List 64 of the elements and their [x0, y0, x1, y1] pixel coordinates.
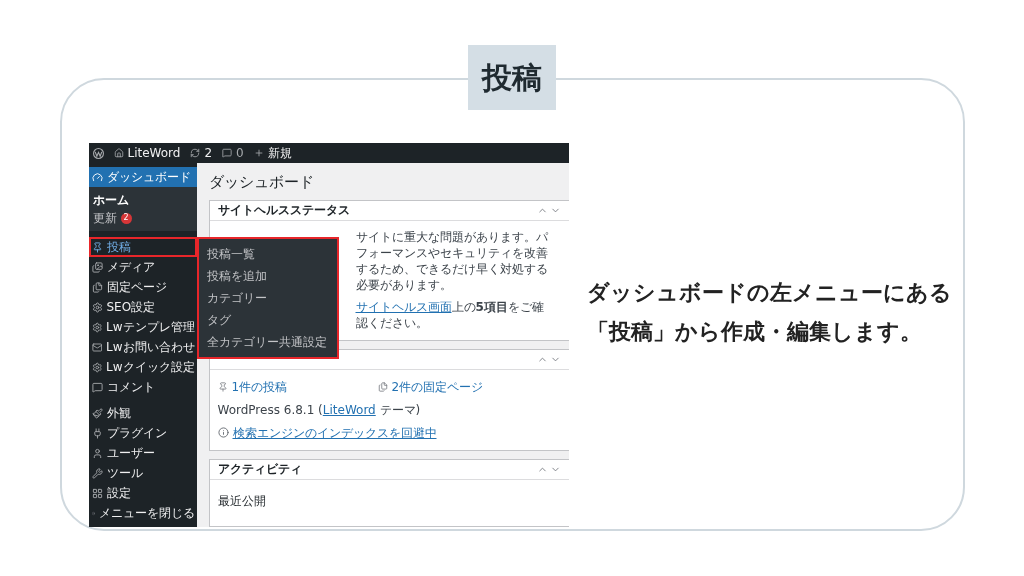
- comment-icon: [222, 148, 233, 158]
- comments-link[interactable]: 0: [222, 144, 244, 162]
- caption-text: 「投稿」から作成・編集します。: [586, 318, 923, 346]
- sidebar-item[interactable]: 設定: [88, 483, 197, 503]
- wordpress-logo-icon[interactable]: [92, 147, 104, 159]
- submenu-item[interactable]: ホーム: [88, 191, 197, 209]
- version-text: WordPress 6.8.1 (LiteWord テーマ): [217, 401, 422, 419]
- health-message: サイトに重大な問題があります。パフォーマンスやセキュリティを改善するため、できるだけ早く対処する必要があります。: [355, 228, 549, 294]
- user-icon: [91, 447, 103, 459]
- gear-icon: [91, 301, 103, 313]
- plus-icon: [253, 148, 264, 158]
- mail-icon: [91, 341, 102, 353]
- health-instruction: サイトヘルス画面上の5項目をご確認ください。: [355, 299, 545, 332]
- sidebar-item[interactable]: 固定ページ: [88, 277, 197, 297]
- sidebar-item[interactable]: コメント: [88, 377, 197, 397]
- search-engine-notice-link[interactable]: 検索エンジンのインデックスを回避中: [232, 423, 437, 442]
- site-name-link[interactable]: LiteWord: [113, 144, 181, 162]
- gear-icon: [91, 321, 102, 333]
- update-count-badge: 2: [120, 212, 132, 224]
- submenu-item[interactable]: 全カテゴリー共通設定: [198, 331, 337, 353]
- sidebar-item[interactable]: プラグイン: [88, 423, 197, 443]
- sidebar-item[interactable]: ユーザー: [88, 443, 197, 463]
- site-health-link[interactable]: サイトヘルス画面: [355, 300, 452, 315]
- comment-icon: [91, 381, 103, 393]
- brush-icon: [91, 407, 103, 419]
- plug-icon: [91, 427, 103, 439]
- sidebar-item[interactable]: メディア: [88, 257, 197, 277]
- sidebar-item[interactable]: 投稿: [88, 237, 197, 257]
- info-icon: [217, 427, 229, 439]
- submenu-item[interactable]: 投稿を追加: [198, 265, 337, 287]
- submenu-item[interactable]: カテゴリー: [198, 287, 337, 309]
- sidebar-item[interactable]: メニューを閉じる: [88, 503, 197, 523]
- refresh-icon: [190, 148, 201, 158]
- pages-icon: [377, 381, 388, 392]
- sidebar-item[interactable]: 外観: [88, 403, 197, 423]
- pages-count-link[interactable]: 2件の固定ページ: [377, 377, 484, 396]
- home-icon: [113, 148, 124, 158]
- wrench-icon: [91, 467, 103, 479]
- caption-text: ダッシュボードの左メニューにある: [586, 279, 953, 307]
- gear-icon: [91, 361, 102, 373]
- gauge-icon: [91, 171, 103, 183]
- updates-link[interactable]: 2: [190, 144, 213, 162]
- grid-icon: [91, 487, 103, 499]
- submenu-item[interactable]: 更新 2: [88, 209, 197, 227]
- theme-link[interactable]: LiteWord: [322, 402, 376, 417]
- images-icon: [91, 261, 103, 273]
- pin-icon: [217, 381, 228, 392]
- sidebar-item[interactable]: Lwお問い合わせ: [88, 337, 197, 357]
- sidebar-item[interactable]: Lwクイック設定: [88, 357, 197, 377]
- sidebar-item[interactable]: ツール: [88, 463, 197, 483]
- page-title: ダッシュボード: [208, 172, 315, 193]
- sidebar-item[interactable]: ダッシュボード: [88, 167, 197, 187]
- pin-icon: [91, 241, 103, 253]
- submenu-item[interactable]: タグ: [198, 309, 337, 331]
- section-title: 投稿: [468, 45, 556, 110]
- recently-published-label: 最近公開: [217, 493, 266, 508]
- sidebar-item[interactable]: SEO設定: [88, 297, 197, 317]
- pages-icon: [91, 281, 103, 293]
- posts-count-link[interactable]: 1件の投稿: [217, 377, 378, 396]
- sidebar-item[interactable]: Lwテンプレ管理: [88, 317, 197, 337]
- widget-title: アクティビティ: [217, 461, 302, 479]
- widget-title: サイトヘルスステータス: [217, 202, 350, 219]
- submenu-item[interactable]: 投稿一覧: [198, 243, 337, 265]
- new-link[interactable]: 新規: [253, 144, 292, 162]
